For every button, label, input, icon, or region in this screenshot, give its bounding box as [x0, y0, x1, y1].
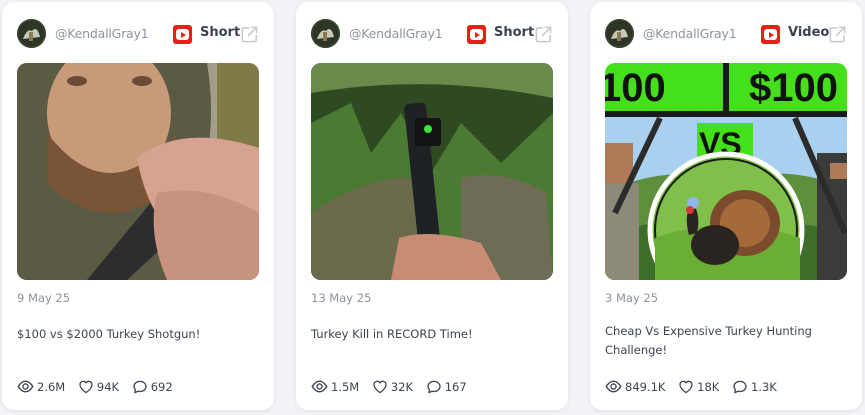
post-title[interactable]: Turkey Kill in RECORD Time! [311, 325, 550, 344]
video-thumbnail[interactable] [17, 63, 259, 280]
eye-icon [311, 380, 328, 393]
views-count: 2.6M [37, 380, 66, 394]
views-stat: 849.1K [605, 378, 665, 395]
comment-icon [427, 380, 441, 393]
channel-handle[interactable]: @KendallGray1 [349, 26, 443, 41]
comments-count: 692 [150, 379, 173, 394]
thumb-text-left: 100 [605, 66, 666, 110]
post-date: 9 May 25 [17, 291, 71, 305]
post-title[interactable]: Cheap Vs Expensive Turkey Hunting Challe… [605, 322, 844, 360]
engagement-stats: 1.5M 32K 167 [311, 378, 476, 396]
video-thumbnail[interactable]: 100 $100 VS [605, 63, 847, 280]
channel-handle[interactable]: @KendallGray1 [643, 26, 737, 41]
youtube-icon [467, 25, 486, 44]
views-stat: 2.6M [17, 378, 65, 395]
views-count: 1.5M [331, 380, 360, 394]
comments-stat: 167 [426, 379, 467, 395]
avatar [311, 19, 340, 48]
post-card[interactable]: @KendallGray1 Short 9 May 25 $100 vs $20… [2, 2, 274, 410]
post-date: 3 May 25 [605, 291, 659, 305]
card-header: @KendallGray1 Short [311, 19, 553, 49]
thumb-text-right: $100 [749, 66, 838, 110]
views-stat: 1.5M [311, 378, 359, 395]
heart-icon [679, 380, 693, 393]
post-type-label: Video [788, 25, 830, 40]
comments-stat: 692 [132, 379, 173, 395]
views-count: 849.1K [625, 380, 666, 394]
heart-icon [79, 380, 93, 393]
comment-icon [733, 380, 747, 393]
engagement-stats: 2.6M 94K 692 [17, 378, 182, 396]
post-type-label: Short [200, 25, 241, 40]
youtube-icon [173, 25, 192, 44]
comments-count: 167 [444, 379, 467, 394]
post-title[interactable]: $100 vs $2000 Turkey Shotgun! [17, 325, 256, 344]
comment-icon [133, 380, 147, 393]
comments-count: 1.3K [750, 379, 777, 394]
post-card[interactable]: @KendallGray1 Video 100 $100 VS 3 May 25… [590, 2, 862, 410]
engagement-stats: 849.1K 18K 1.3K [605, 378, 786, 396]
likes-stat: 32K [372, 379, 413, 395]
eye-icon [605, 380, 622, 393]
youtube-icon [761, 25, 780, 44]
likes-count: 32K [390, 379, 414, 394]
video-thumbnail[interactable] [311, 63, 553, 280]
channel-handle[interactable]: @KendallGray1 [55, 26, 149, 41]
avatar [17, 19, 46, 48]
likes-count: 18K [697, 379, 720, 394]
likes-count: 94K [96, 379, 120, 394]
comments-stat: 1.3K [732, 379, 777, 395]
post-date: 13 May 25 [311, 291, 372, 305]
likes-stat: 18K [678, 379, 719, 395]
card-header: @KendallGray1 Short [17, 19, 259, 49]
external-link-icon[interactable] [240, 25, 259, 44]
avatar [605, 19, 634, 48]
external-link-icon[interactable] [828, 25, 847, 44]
card-header: @KendallGray1 Video [605, 19, 847, 49]
likes-stat: 94K [78, 379, 119, 395]
heart-icon [373, 380, 387, 393]
eye-icon [17, 380, 34, 393]
post-type-label: Short [494, 25, 535, 40]
post-card[interactable]: @KendallGray1 Short 13 May 25 Turkey Kil… [296, 2, 568, 410]
external-link-icon[interactable] [534, 25, 553, 44]
